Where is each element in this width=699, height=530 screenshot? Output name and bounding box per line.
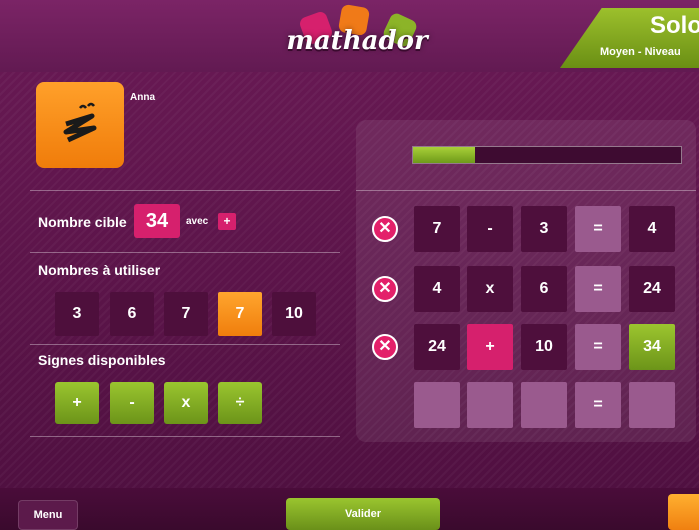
progress-bar [412,146,682,164]
operator[interactable]: x [467,266,513,312]
delete-row-button[interactable]: ✕ [372,216,398,242]
mode-subtitle: Moyen - Niveau [600,46,681,58]
operator[interactable]: + [467,324,513,370]
zigzag-mascot-icon [63,102,97,143]
number-tile[interactable]: 7 [164,292,208,336]
operator[interactable]: - [467,206,513,252]
progress-fill [413,147,475,163]
delete-row-button[interactable]: ✕ [372,334,398,360]
player-avatar [36,82,124,168]
required-sign: + [218,213,236,230]
target-number: 34 [134,204,180,238]
operand-a[interactable]: 4 [414,266,460,312]
player-name: Anna [130,92,155,103]
result[interactable] [629,382,675,428]
number-tile[interactable]: 3 [55,292,99,336]
folder-icon[interactable] [668,494,699,530]
equals-sign: = [575,382,621,428]
operand-b[interactable]: 3 [521,206,567,252]
operator[interactable] [467,382,513,428]
operand-b[interactable]: 10 [521,324,567,370]
equals-sign: = [575,324,621,370]
result[interactable]: 4 [629,206,675,252]
delete-row-button[interactable]: ✕ [372,276,398,302]
divider [30,190,340,191]
operand-a[interactable]: 7 [414,206,460,252]
menu-button[interactable]: Menu [18,500,78,530]
divider [356,190,696,191]
mode-title: Solo [650,12,699,39]
with-label: avec [186,216,209,227]
result[interactable]: 34 [629,324,675,370]
logo-text: mathador [286,26,428,56]
equals-sign: = [575,206,621,252]
divider [30,344,340,345]
validate-button[interactable]: Valider [286,498,440,530]
divider [30,436,340,437]
operand-b[interactable]: 6 [521,266,567,312]
sign-divide-button[interactable]: ÷ [218,382,262,424]
target-label: Nombre cible [38,214,127,230]
mathador-logo: mathador [282,3,432,64]
operand-a[interactable] [414,382,460,428]
operand-a[interactable]: 24 [414,324,460,370]
number-tile[interactable]: 10 [272,292,316,336]
sign-times-button[interactable]: x [164,382,208,424]
sign-plus-button[interactable]: + [55,382,99,424]
sign-minus-button[interactable]: - [110,382,154,424]
numbers-label: Nombres à utiliser [38,262,161,278]
number-tile[interactable]: 6 [110,292,154,336]
operand-b[interactable] [521,382,567,428]
equals-sign: = [575,266,621,312]
divider [30,252,340,253]
signs-label: Signes disponibles [38,352,166,368]
number-tile[interactable]: 7 [218,292,262,336]
result[interactable]: 24 [629,266,675,312]
